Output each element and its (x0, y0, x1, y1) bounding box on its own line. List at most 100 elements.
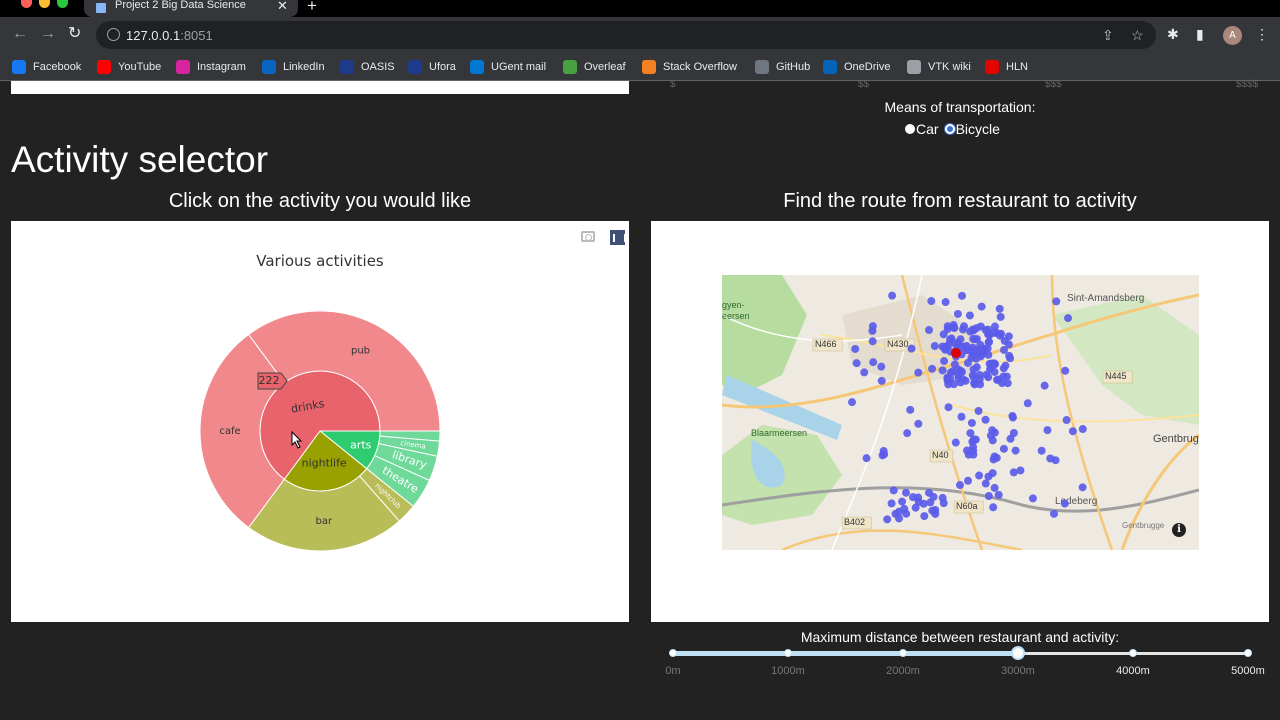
sunburst-chart[interactable]: artsnightlifedrinkscinemalibrarytheatren… (11, 221, 629, 622)
activity-point[interactable] (1028, 494, 1037, 503)
activity-point[interactable] (964, 476, 973, 485)
activity-point[interactable] (1037, 446, 1046, 455)
activity-point[interactable] (943, 325, 952, 334)
bookmark-vtk-wiki[interactable]: VTK wiki (907, 58, 971, 76)
activity-point[interactable] (1064, 314, 1073, 323)
activity-point[interactable] (920, 512, 929, 521)
activity-point[interactable] (927, 297, 936, 306)
address-bar[interactable]: 127.0.0.1:8051 ⇪ ☆ (96, 21, 1156, 49)
activity-point[interactable] (945, 340, 954, 349)
back-icon[interactable]: ← (12, 25, 28, 43)
activity-point[interactable] (964, 346, 973, 355)
slider-dot[interactable] (669, 649, 677, 657)
bookmark-facebook[interactable]: Facebook (12, 58, 81, 76)
activity-point[interactable] (984, 338, 993, 347)
bookmark-youtube[interactable]: YouTube (97, 58, 161, 76)
activity-point[interactable] (1006, 434, 1015, 443)
activity-point[interactable] (967, 418, 976, 427)
activity-point[interactable] (862, 454, 871, 463)
activity-point[interactable] (1040, 381, 1049, 390)
activity-point[interactable] (981, 479, 990, 488)
activity-point[interactable] (925, 488, 934, 497)
activity-point[interactable] (928, 364, 937, 373)
activity-point[interactable] (999, 372, 1008, 381)
bookmark-hln[interactable]: HLN (985, 58, 1028, 76)
route-map[interactable]: Sint-Amandsberg N466 N430 N445 Gentbrugge Bla… (722, 275, 1199, 550)
bookmark-ufora[interactable]: Ufora (408, 58, 456, 76)
activity-point[interactable] (990, 322, 999, 331)
activity-point[interactable] (888, 291, 897, 300)
distance-slider-handle[interactable] (1011, 646, 1025, 660)
activity-point[interactable] (964, 450, 973, 459)
activity-point[interactable] (903, 429, 912, 438)
bookmark-instagram[interactable]: Instagram (176, 58, 246, 76)
activity-point[interactable] (1011, 446, 1020, 455)
activity-point[interactable] (999, 364, 1008, 373)
activity-point[interactable] (938, 493, 947, 502)
activity-point[interactable] (959, 375, 968, 384)
activity-point[interactable] (1049, 509, 1058, 518)
bookmark-github[interactable]: GitHub (755, 58, 810, 76)
activity-point[interactable] (1043, 426, 1052, 435)
activity-point[interactable] (979, 344, 988, 353)
activity-point[interactable] (925, 326, 934, 335)
activity-point[interactable] (986, 431, 995, 440)
activity-point[interactable] (996, 331, 1005, 340)
activity-point[interactable] (954, 365, 963, 374)
activity-point[interactable] (974, 406, 983, 415)
activity-point[interactable] (994, 490, 1003, 499)
activity-point[interactable] (999, 444, 1008, 453)
activity-point[interactable] (1051, 456, 1060, 465)
menu-icon[interactable]: ⋮ (1255, 26, 1269, 43)
activity-point[interactable] (976, 352, 985, 361)
activity-point[interactable] (982, 370, 991, 379)
activity-point[interactable] (877, 362, 886, 371)
activity-point[interactable] (883, 515, 892, 524)
activity-point[interactable] (848, 398, 857, 407)
radio-bicycle-label[interactable]: Bicycle (956, 121, 1000, 137)
activity-point[interactable] (928, 506, 937, 515)
tab-project[interactable]: Project 2 Big Data Science ✕ (84, 0, 298, 17)
activity-point[interactable] (1052, 297, 1061, 306)
activity-point[interactable] (984, 492, 993, 501)
activity-point[interactable] (958, 291, 967, 300)
activity-point[interactable] (955, 481, 964, 490)
activity-point[interactable] (852, 359, 861, 368)
activity-point[interactable] (990, 367, 999, 376)
activity-point[interactable] (970, 380, 979, 389)
new-tab-icon[interactable]: + (307, 0, 317, 14)
activity-point[interactable] (902, 488, 911, 497)
activity-point[interactable] (990, 483, 999, 492)
activity-point[interactable] (889, 486, 898, 495)
activity-point[interactable] (969, 435, 978, 444)
activity-point[interactable] (940, 357, 949, 366)
radio-car[interactable] (905, 124, 915, 134)
activity-point[interactable] (995, 304, 1004, 313)
activity-point[interactable] (959, 325, 968, 334)
radio-bicycle[interactable] (944, 124, 955, 134)
activity-point[interactable] (944, 403, 953, 412)
activity-point[interactable] (898, 497, 907, 506)
avatar[interactable]: A (1223, 26, 1242, 45)
share-icon[interactable]: ⇪ (1102, 27, 1114, 44)
activity-point[interactable] (1061, 366, 1070, 375)
activity-point[interactable] (879, 446, 888, 455)
activity-point[interactable] (1005, 351, 1014, 360)
activity-point[interactable] (1078, 425, 1087, 434)
activity-point[interactable] (914, 368, 923, 377)
slider-dot[interactable] (784, 649, 792, 657)
activity-point[interactable] (972, 363, 981, 372)
restaurant-point[interactable] (951, 348, 961, 358)
slider-dot[interactable] (1244, 649, 1252, 657)
slider-dot[interactable] (899, 649, 907, 657)
forward-icon[interactable]: → (40, 25, 56, 43)
activity-point[interactable] (1062, 416, 1071, 425)
activity-point[interactable] (1078, 483, 1087, 492)
activity-point[interactable] (970, 335, 979, 344)
info-icon[interactable]: i (1172, 523, 1186, 537)
maximize-window-button[interactable] (57, 0, 68, 8)
activity-point[interactable] (1009, 468, 1018, 477)
activity-point[interactable] (951, 438, 960, 447)
activity-point[interactable] (988, 359, 997, 368)
bookmark-star-icon[interactable]: ☆ (1131, 27, 1144, 44)
